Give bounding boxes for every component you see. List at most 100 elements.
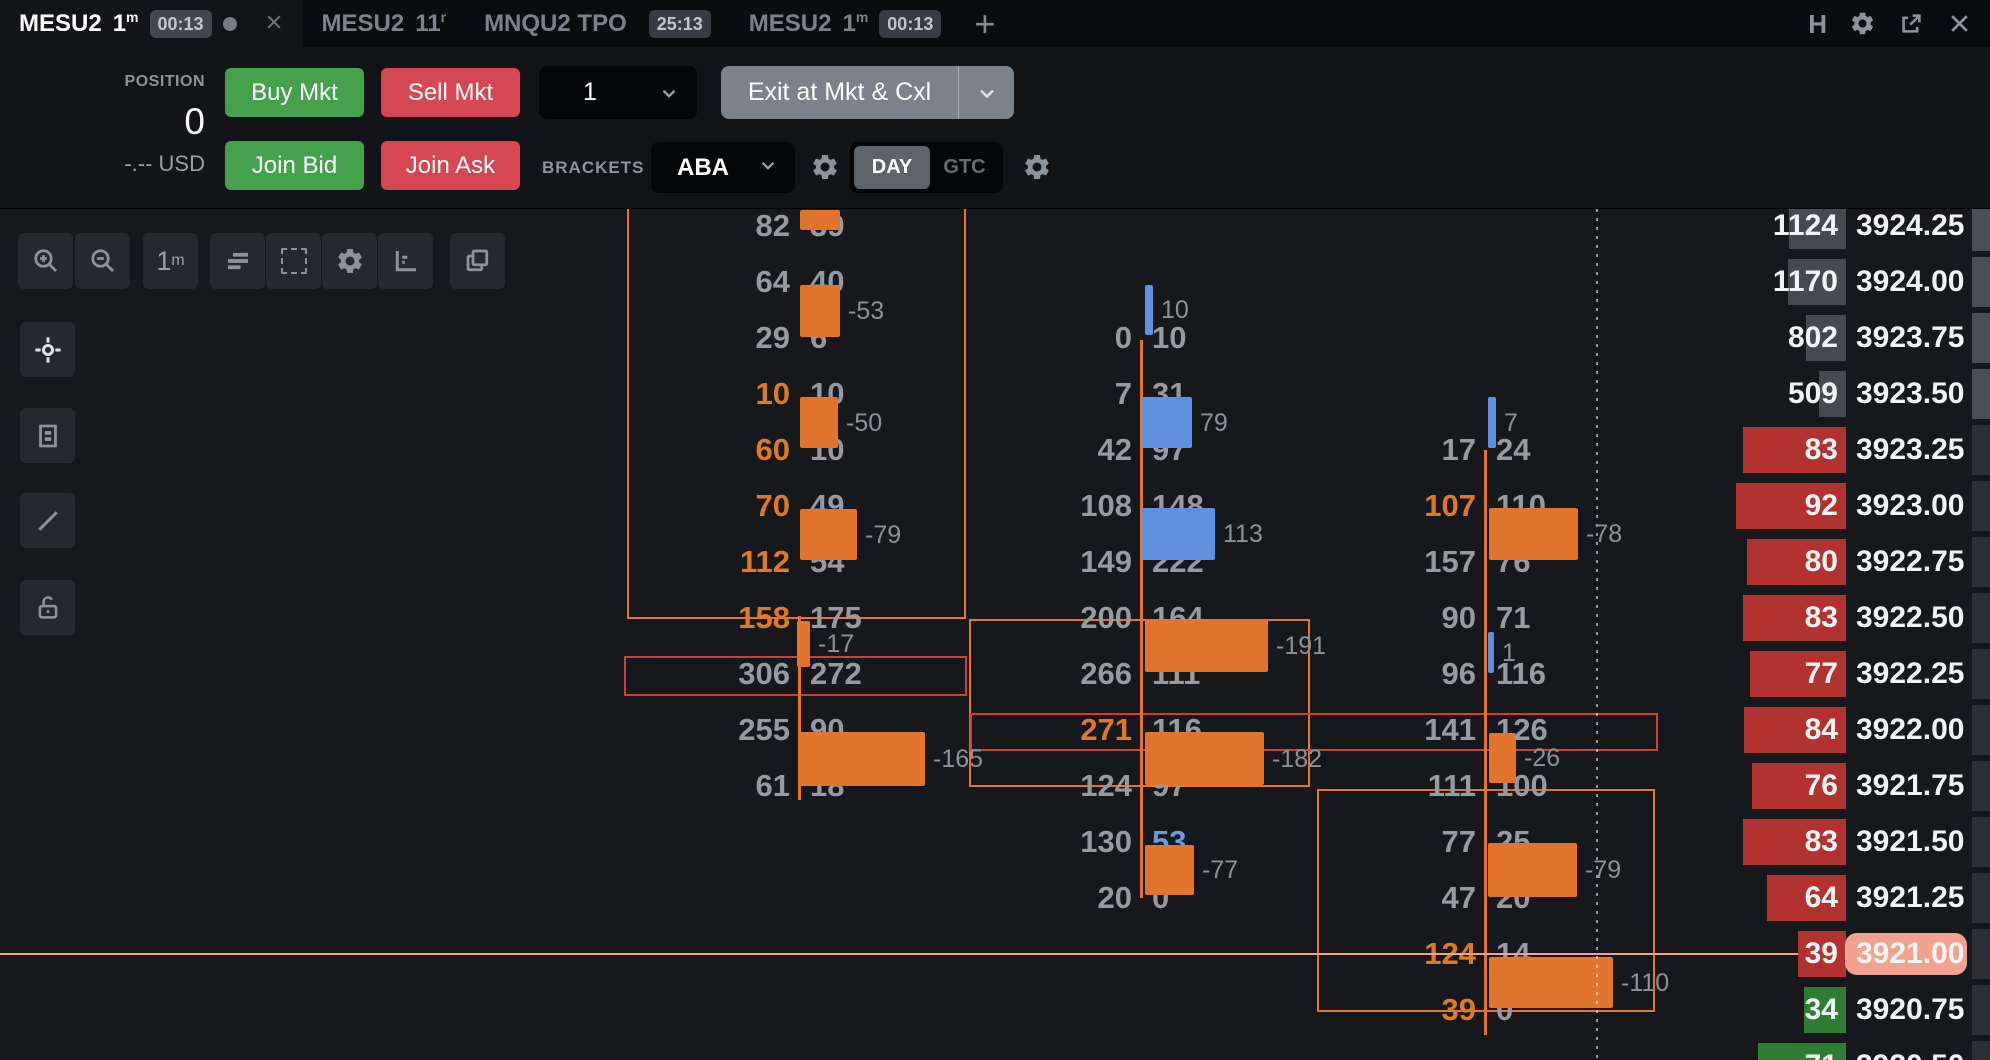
zoom-out-button[interactable]	[75, 233, 130, 289]
order-panel-button[interactable]	[20, 408, 75, 463]
ladder-price[interactable]: 3921.50	[1856, 826, 1964, 858]
ladder-price[interactable]: 3923.75	[1856, 322, 1964, 354]
minimap-segment	[1972, 313, 1990, 363]
settings-gear-icon[interactable]	[1849, 10, 1876, 37]
ladder-size[interactable]: 80	[1598, 546, 1838, 578]
ladder-size[interactable]: 77	[1598, 658, 1838, 690]
tab-mesu2-1m[interactable]: MESU2 1m 00:13	[730, 0, 961, 47]
order-settings-gear-icon[interactable]	[1019, 149, 1055, 185]
candle-wick	[1484, 450, 1487, 1035]
ladder-size[interactable]: 39	[1598, 938, 1838, 970]
delta-label: -79	[1585, 856, 1622, 884]
trendline-tool-button[interactable]	[20, 493, 75, 548]
ladder-size[interactable]: 34	[1598, 994, 1838, 1026]
ladder-price[interactable]: 3923.50	[1856, 378, 1964, 410]
ladder-size[interactable]: 802	[1598, 322, 1838, 354]
delta-label: -53	[848, 297, 885, 325]
close-tab-icon[interactable]	[264, 12, 284, 36]
bid-value: 107	[1424, 488, 1476, 523]
delta-block	[1489, 957, 1613, 1008]
zoom-in-button[interactable]	[18, 233, 73, 289]
delta-label: -77	[1202, 856, 1239, 884]
delta-label: -182	[1272, 744, 1323, 773]
exit-at-market-button[interactable]: Exit at Mkt & Cxl	[721, 66, 1014, 119]
delta-label: 10	[1161, 296, 1189, 324]
tif-day-option[interactable]: DAY	[854, 146, 930, 189]
brackets-select[interactable]: ABA	[651, 142, 795, 193]
ladder-price[interactable]: 3920.50	[1856, 1050, 1964, 1060]
ladder-size[interactable]: 509	[1598, 378, 1838, 410]
ladder-price[interactable]: 3922.50	[1856, 602, 1964, 634]
exit-label: Exit at Mkt & Cxl	[747, 78, 932, 106]
ask-value: 39	[810, 210, 1090, 242]
join-ask-button[interactable]: Join Ask	[381, 141, 520, 190]
close-window-icon[interactable]	[1947, 11, 1972, 36]
ladder-size[interactable]: 83	[1598, 826, 1838, 858]
tab-mesu2-11r[interactable]: MESU2 11r	[303, 0, 466, 47]
ladder-size[interactable]: 76	[1598, 770, 1838, 802]
ladder-price[interactable]: 3923.00	[1856, 490, 1964, 522]
selection-tool-button[interactable]	[266, 233, 321, 289]
add-tab-button[interactable]: +	[974, 5, 995, 42]
brackets-settings-gear-icon[interactable]	[807, 149, 843, 185]
tif-gtc-option[interactable]: GTC	[930, 156, 999, 179]
bid-value: 7	[1114, 376, 1132, 411]
delta-label: -26	[1524, 744, 1561, 772]
bid-value: 17	[1441, 432, 1476, 467]
brackets-value: ABA	[677, 153, 729, 181]
bid-value: 0	[1114, 320, 1132, 355]
ladder-size[interactable]: 83	[1598, 434, 1838, 466]
tab-symbol: MESU2	[321, 9, 405, 37]
delta-block	[1145, 620, 1268, 672]
pnl-value: -.-- USD	[124, 151, 205, 176]
ladder-price[interactable]: 3921.75	[1856, 770, 1964, 802]
ladder-price[interactable]: 3923.25	[1856, 434, 1964, 466]
chevron-down-icon[interactable]	[641, 66, 697, 119]
chart-settings-button[interactable]	[322, 233, 377, 289]
delta-block	[800, 285, 840, 337]
price-scale-button[interactable]	[378, 233, 433, 289]
ladder-size[interactable]: 83	[1598, 602, 1838, 634]
ladder-size[interactable]: 1170	[1598, 266, 1838, 298]
ladder-size[interactable]: 71	[1598, 1050, 1838, 1060]
delta-block	[800, 732, 925, 786]
sell-market-button[interactable]: Sell Mkt	[381, 68, 520, 117]
ladder-size[interactable]: 84	[1598, 714, 1838, 746]
tab-active-mesu2-1m[interactable]: MESU2 1m 00:13	[0, 0, 303, 47]
popout-window-icon[interactable]	[1898, 10, 1925, 37]
delta-block	[1145, 732, 1264, 785]
duplicate-chart-button[interactable]	[450, 233, 505, 289]
minimap-segment	[1972, 593, 1990, 643]
delta-block	[1145, 285, 1153, 335]
ladder-price[interactable]: 3922.75	[1856, 546, 1964, 578]
ladder-price[interactable]: 3921.25	[1856, 882, 1964, 914]
tab-mnqu2-tpo[interactable]: MNQU2 TPO 25:13	[465, 0, 730, 47]
ladder-price[interactable]: 3924.25	[1856, 210, 1964, 242]
delta-label: 1	[1502, 638, 1516, 667]
delta-label: -165	[933, 745, 984, 773]
ladder-size[interactable]: 92	[1598, 490, 1838, 522]
ladder-price[interactable]: 3922.00	[1856, 714, 1964, 746]
ladder-price[interactable]: 3921.00	[1856, 938, 1964, 970]
bid-value: 306	[738, 656, 790, 691]
brackets-label: BRACKETS	[542, 158, 645, 177]
unlock-icon-button[interactable]	[20, 580, 75, 635]
ladder-price[interactable]: 3922.25	[1856, 658, 1964, 690]
quantity-select[interactable]: 1	[539, 66, 697, 119]
ladder-price[interactable]: 3920.75	[1856, 994, 1964, 1026]
ladder-price[interactable]: 3924.00	[1856, 266, 1964, 298]
ladder-size[interactable]: 64	[1598, 882, 1838, 914]
join-bid-button[interactable]: Join Bid	[225, 141, 364, 190]
delta-block	[1488, 397, 1496, 448]
chevron-down-icon[interactable]	[958, 66, 1014, 119]
profile-rows-button[interactable]	[210, 233, 265, 289]
header-toggle-button[interactable]: H	[1808, 11, 1827, 37]
buy-market-button[interactable]: Buy Mkt	[225, 68, 364, 117]
crosshair-tool-button[interactable]	[20, 322, 75, 377]
bid-value: 82	[755, 208, 790, 243]
ladder-size[interactable]: 1124	[1598, 210, 1838, 242]
timeframe-button[interactable]: 1m	[143, 233, 198, 289]
ask-value: 10	[1152, 320, 1187, 355]
last-price-line	[0, 953, 1845, 955]
bid-value: 77	[1441, 824, 1476, 859]
